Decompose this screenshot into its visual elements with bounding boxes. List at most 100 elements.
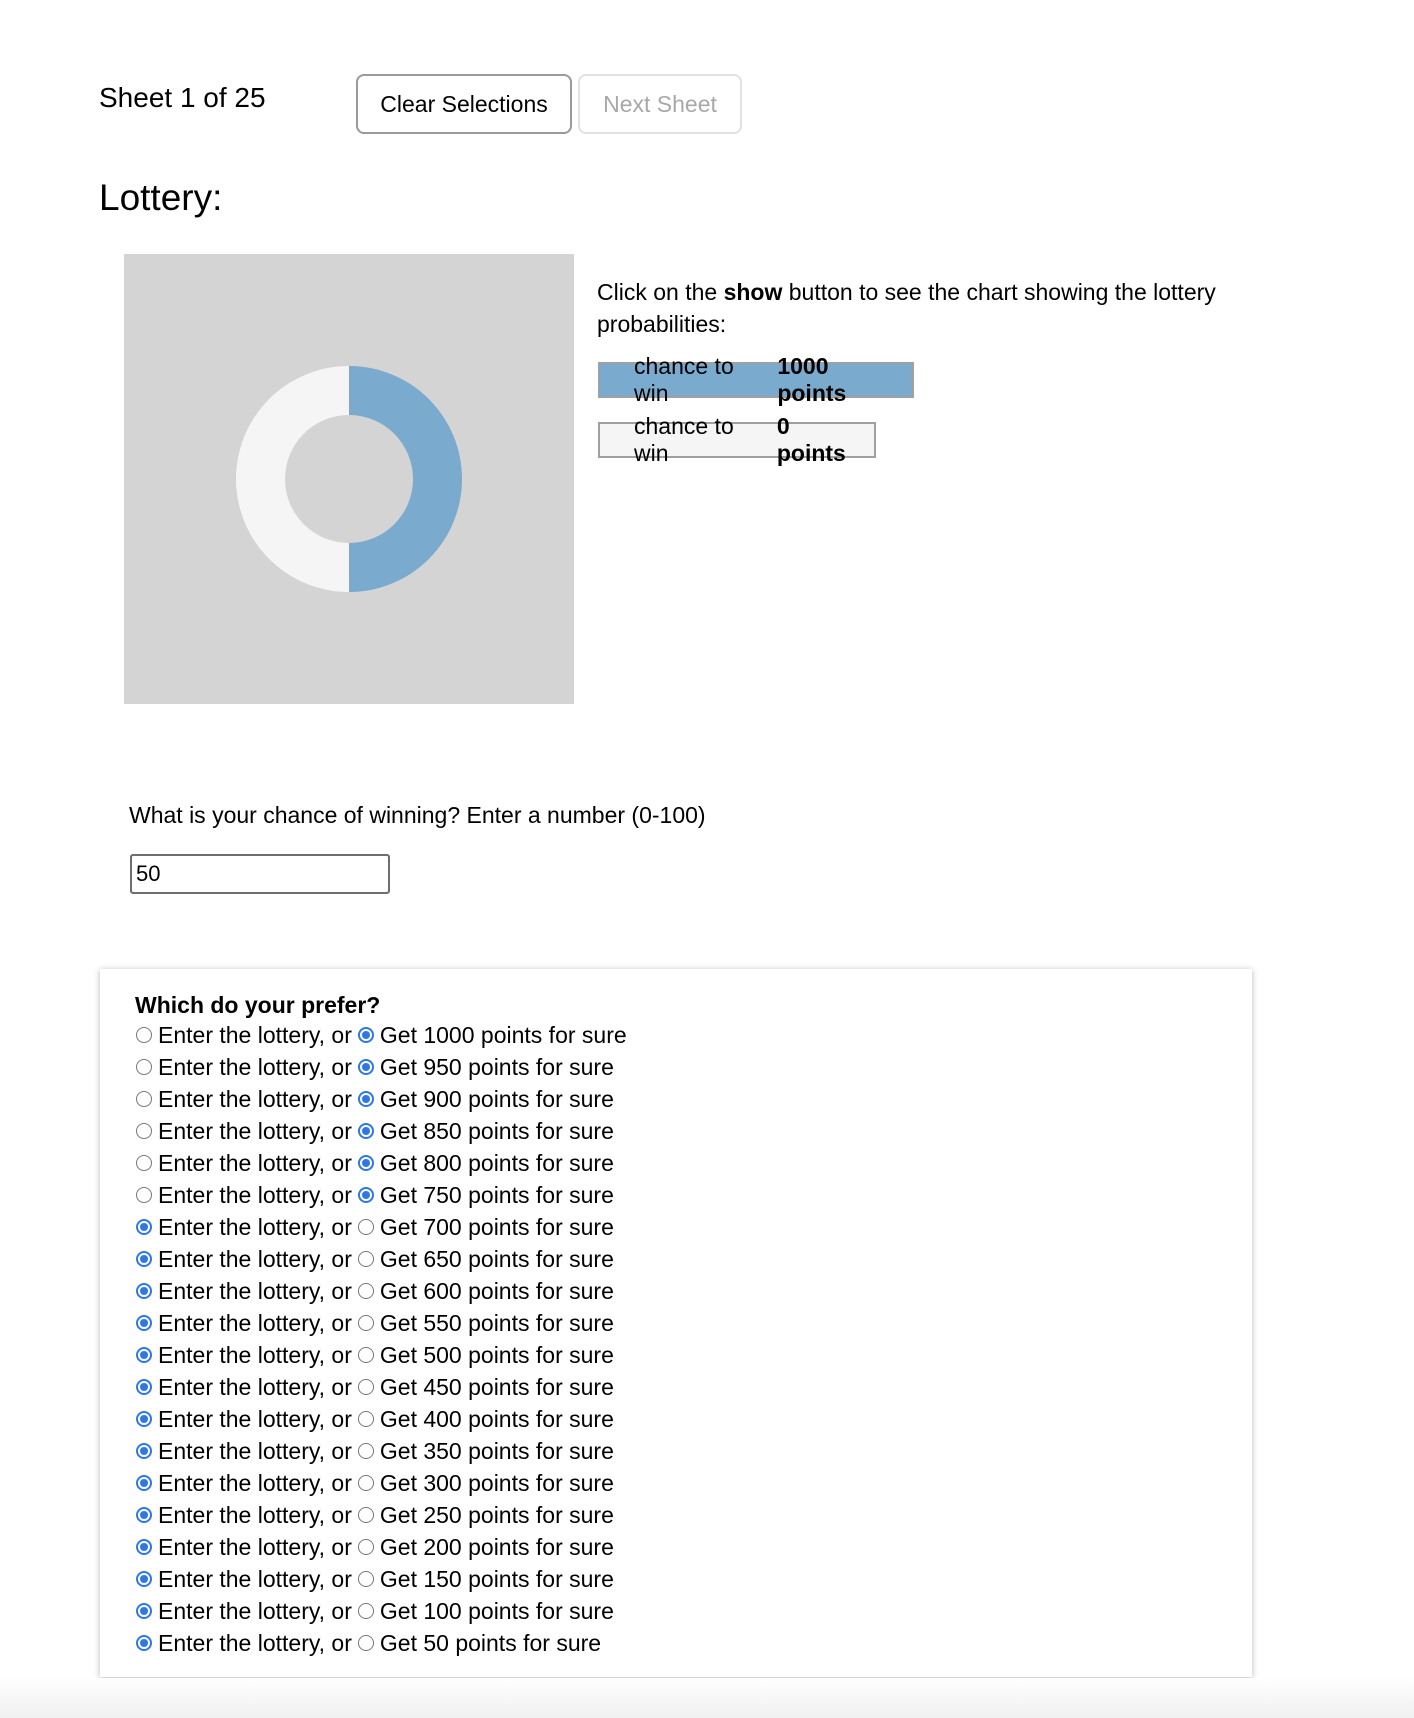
chance-input[interactable] — [130, 854, 390, 894]
sure-amount-radio[interactable] — [357, 1283, 374, 1299]
preference-list: Enter the lottery, or Get 1000 points for… — [134, 1019, 627, 1659]
lottery-radio[interactable] — [136, 1283, 152, 1299]
preference-row: Enter the lottery, or Get 350 points for … — [134, 1435, 627, 1467]
instructions-show-word: show — [723, 279, 783, 305]
lottery-radio[interactable] — [136, 1635, 152, 1651]
sure-amount-radio[interactable] — [357, 1507, 374, 1523]
preference-row: Enter the lottery, or Get 500 points for … — [134, 1339, 627, 1371]
lottery-option-label: Enter the lottery, or — [158, 1117, 352, 1144]
lottery-option-label: Enter the lottery, or — [158, 1213, 352, 1240]
sure-amount-radio[interactable] — [357, 1475, 374, 1491]
lottery-option-label: Enter the lottery, or — [158, 1629, 352, 1656]
preference-row: Enter the lottery, or Get 400 points for … — [134, 1403, 627, 1435]
sure-amount-label: Get 300 points for sure — [379, 1469, 614, 1496]
lottery-radio[interactable] — [136, 1443, 152, 1459]
sure-amount-label: Get 700 points for sure — [379, 1213, 614, 1240]
sure-amount-radio[interactable] — [357, 1443, 374, 1459]
show-win-1000-button[interactable]: chance to win 1000 points — [598, 353, 914, 406]
sure-amount-radio[interactable] — [357, 1603, 374, 1619]
sure-amount-label: Get 400 points for sure — [379, 1405, 614, 1432]
legend-lose-amount: 0 points — [776, 413, 846, 466]
sure-amount-radio[interactable] — [357, 1379, 374, 1395]
sure-amount-radio[interactable] — [357, 1123, 374, 1139]
lottery-radio[interactable] — [136, 1603, 152, 1619]
preference-row: Enter the lottery, or Get 800 points for … — [134, 1147, 627, 1179]
sure-amount-label: Get 850 points for sure — [379, 1117, 614, 1144]
sure-amount-label: Get 150 points for sure — [379, 1565, 614, 1592]
sure-amount-label: Get 600 points for sure — [379, 1277, 614, 1304]
sure-amount-label: Get 650 points for sure — [379, 1245, 614, 1272]
lottery-option-label: Enter the lottery, or — [158, 1373, 352, 1400]
sure-amount-radio[interactable] — [357, 1219, 374, 1235]
sure-amount-radio[interactable] — [357, 1059, 374, 1075]
lottery-radio[interactable] — [136, 1123, 152, 1139]
lottery-radio[interactable] — [136, 1507, 152, 1523]
lottery-option-label: Enter the lottery, or — [158, 1085, 352, 1112]
lottery-option-label: Enter the lottery, or — [158, 1533, 352, 1560]
lottery-radio[interactable] — [136, 1091, 152, 1107]
sure-amount-radio[interactable] — [357, 1027, 374, 1043]
sure-amount-label: Get 500 points for sure — [379, 1341, 614, 1368]
clear-selections-button[interactable]: Clear Selections — [356, 74, 572, 134]
sheet-counter: Sheet 1 of 25 — [99, 82, 266, 113]
lottery-radio[interactable] — [136, 1411, 152, 1427]
sure-amount-radio[interactable] — [357, 1347, 374, 1363]
sure-amount-radio[interactable] — [357, 1571, 374, 1587]
preference-row: Enter the lottery, or Get 50 points for s… — [134, 1627, 627, 1659]
lottery-radio[interactable] — [136, 1251, 152, 1267]
lottery-radio[interactable] — [136, 1315, 152, 1331]
sure-amount-radio[interactable] — [357, 1155, 374, 1171]
show-win-0-button[interactable]: chance to win 0 points — [598, 413, 876, 466]
lottery-donut-chart — [236, 366, 462, 592]
preference-row: Enter the lottery, or Get 450 points for … — [134, 1371, 627, 1403]
lottery-option-label: Enter the lottery, or — [158, 1341, 352, 1368]
preference-row: Enter the lottery, or Get 700 points for … — [134, 1211, 627, 1243]
sure-amount-label: Get 950 points for sure — [379, 1053, 614, 1080]
preference-row: Enter the lottery, or Get 900 points for … — [134, 1083, 627, 1115]
preference-row: Enter the lottery, or Get 150 points for … — [134, 1563, 627, 1595]
sure-amount-label: Get 50 points for sure — [379, 1629, 602, 1656]
lottery-option-label: Enter the lottery, or — [158, 1021, 352, 1048]
sure-amount-label: Get 250 points for sure — [379, 1501, 614, 1528]
instructions-text-start: Click on the — [597, 279, 724, 305]
sure-amount-radio[interactable] — [357, 1251, 374, 1267]
sure-amount-radio[interactable] — [357, 1315, 374, 1331]
lottery-radio[interactable] — [136, 1155, 152, 1171]
sure-amount-radio[interactable] — [357, 1635, 374, 1651]
preference-row: Enter the lottery, or Get 850 points for … — [134, 1115, 627, 1147]
lottery-option-label: Enter the lottery, or — [158, 1277, 352, 1304]
lottery-radio[interactable] — [136, 1539, 152, 1555]
donut-slice-1 — [236, 366, 349, 592]
sure-amount-radio[interactable] — [357, 1411, 374, 1427]
lottery-option-label: Enter the lottery, or — [158, 1149, 352, 1176]
lottery-chart — [124, 254, 574, 704]
lottery-radio[interactable] — [136, 1027, 152, 1043]
preference-title: Which do your prefer? — [135, 992, 381, 1018]
preference-row: Enter the lottery, or Get 300 points for … — [134, 1467, 627, 1499]
chart-instructions: Click on the show button to see the char… — [597, 276, 1237, 340]
sure-amount-label: Get 450 points for sure — [379, 1373, 614, 1400]
lottery-radio[interactable] — [136, 1571, 152, 1587]
sure-amount-label: Get 350 points for sure — [379, 1437, 614, 1464]
lottery-option-label: Enter the lottery, or — [158, 1309, 352, 1336]
sure-amount-radio[interactable] — [357, 1539, 374, 1555]
lottery-option-label: Enter the lottery, or — [158, 1437, 352, 1464]
preference-row: Enter the lottery, or Get 1000 points for… — [134, 1019, 627, 1051]
lottery-radio[interactable] — [136, 1219, 152, 1235]
sure-amount-label: Get 900 points for sure — [379, 1085, 614, 1112]
sure-amount-radio[interactable] — [357, 1187, 374, 1203]
lottery-radio[interactable] — [136, 1379, 152, 1395]
lottery-radio[interactable] — [136, 1347, 152, 1363]
sure-amount-radio[interactable] — [357, 1091, 374, 1107]
lottery-option-label: Enter the lottery, or — [158, 1245, 352, 1272]
donut-slice-0 — [349, 366, 462, 592]
sure-amount-label: Get 800 points for sure — [379, 1149, 614, 1176]
lottery-radio[interactable] — [136, 1059, 152, 1075]
preference-row: Enter the lottery, or Get 100 points for … — [134, 1595, 627, 1627]
lottery-radio[interactable] — [136, 1475, 152, 1491]
next-sheet-button[interactable]: Next Sheet — [578, 74, 742, 134]
lottery-option-label: Enter the lottery, or — [158, 1181, 352, 1208]
lottery-option-label: Enter the lottery, or — [158, 1053, 352, 1080]
lottery-radio[interactable] — [136, 1187, 152, 1203]
lottery-option-label: Enter the lottery, or — [158, 1405, 352, 1432]
